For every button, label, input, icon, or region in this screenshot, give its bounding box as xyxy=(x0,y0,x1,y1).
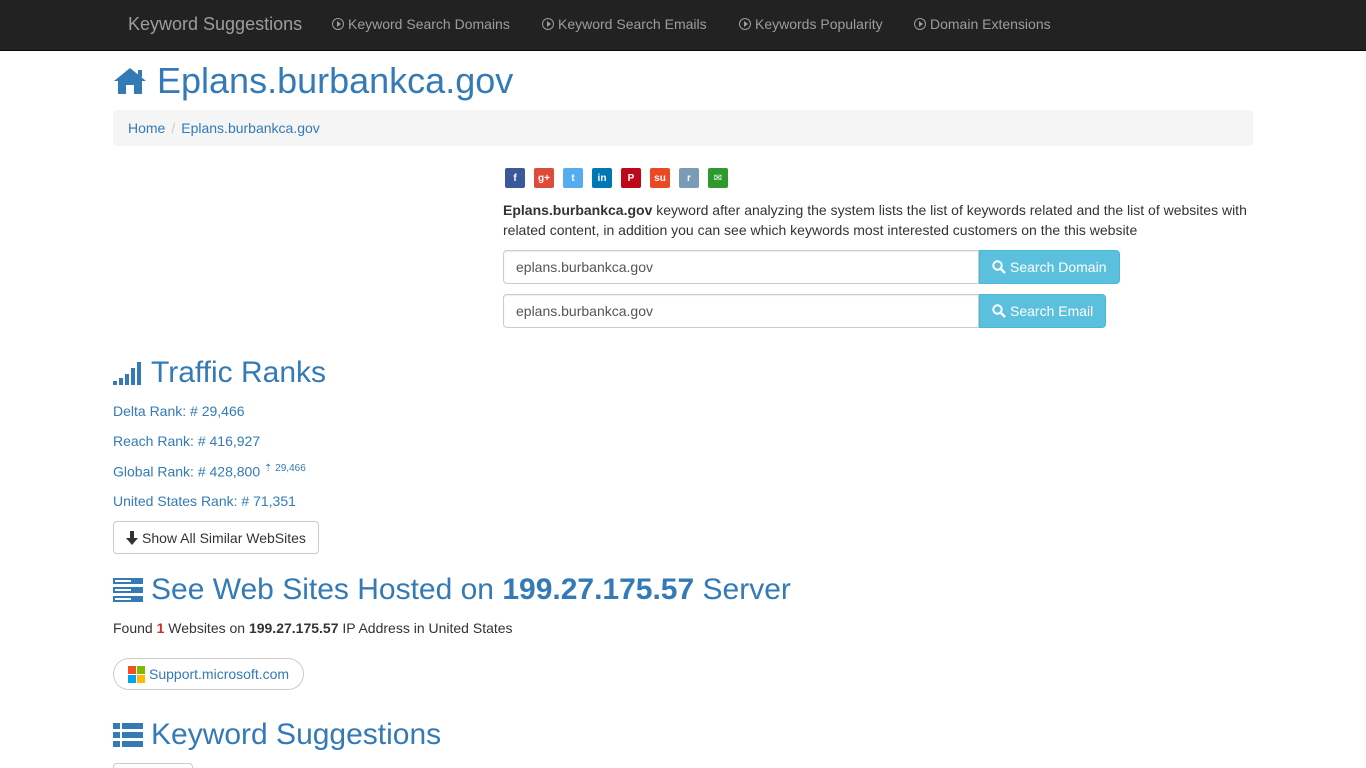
email-icon[interactable]: ✉ xyxy=(708,168,728,188)
search-icon xyxy=(992,304,1006,318)
search-email-form: Search Email xyxy=(503,294,1107,328)
play-circle-icon xyxy=(739,18,751,30)
search-icon xyxy=(992,260,1006,274)
arrow-down-icon xyxy=(126,530,138,545)
server-icon xyxy=(113,578,143,602)
us-rank: United States Rank: # 71,351 xyxy=(113,493,296,509)
microsoft-logo-icon xyxy=(128,665,145,683)
twitter-icon[interactable]: t xyxy=(563,168,583,188)
rank-change: ⇡ 29,466 xyxy=(264,463,306,474)
show-all-similar-button[interactable]: Show All Similar WebSites xyxy=(113,521,319,554)
global-rank: Global Rank: # 428,800 ⇡ 29,466 xyxy=(113,463,306,480)
breadcrumb: Home / Eplans.burbankca.gov xyxy=(113,110,1253,146)
play-circle-icon xyxy=(332,18,344,30)
search-email-button[interactable]: Search Email xyxy=(979,294,1107,328)
linkedin-icon[interactable]: in xyxy=(592,168,612,188)
breadcrumb-home[interactable]: Home xyxy=(128,120,165,136)
search-domain-input[interactable] xyxy=(503,250,979,284)
breadcrumb-separator: / xyxy=(171,120,176,136)
traffic-ranks-heading: Traffic Ranks xyxy=(113,356,326,390)
hosted-sites-heading: See Web Sites Hosted on 199.27.175.57 Se… xyxy=(113,573,791,607)
pinterest-icon[interactable]: P xyxy=(621,168,641,188)
reddit-icon[interactable]: r xyxy=(679,168,699,188)
search-email-input[interactable] xyxy=(503,294,979,328)
google-plus-icon[interactable]: g+ xyxy=(534,168,554,188)
breadcrumb-current[interactable]: Eplans.burbankca.gov xyxy=(181,120,320,136)
nav-domain-extensions[interactable]: Domain Extensions xyxy=(914,16,1051,32)
brand-link[interactable]: Keyword Suggestions xyxy=(128,14,302,35)
search-domain-form: Search Domain xyxy=(503,250,1120,284)
partial-button[interactable] xyxy=(113,763,193,768)
nav-keyword-search-domains[interactable]: Keyword Search Domains xyxy=(332,16,510,32)
play-circle-icon xyxy=(914,18,926,30)
found-websites-text: Found 1 Websites on 199.27.175.57 IP Add… xyxy=(113,620,513,636)
list-icon xyxy=(113,723,143,747)
rank-up-icon: ⇡ xyxy=(264,463,273,474)
search-domain-button[interactable]: Search Domain xyxy=(979,250,1120,284)
site-description: Eplans.burbankca.gov keyword after analy… xyxy=(503,202,1247,238)
home-icon xyxy=(114,68,146,94)
play-circle-icon xyxy=(542,18,554,30)
page-title: Eplans.burbankca.gov xyxy=(113,60,513,102)
delta-rank: Delta Rank: # 29,466 xyxy=(113,403,245,419)
stumbleupon-icon[interactable]: su xyxy=(650,168,670,188)
nav-keyword-search-emails[interactable]: Keyword Search Emails xyxy=(542,16,707,32)
facebook-icon[interactable]: f xyxy=(505,168,525,188)
reach-rank: Reach Rank: # 416,927 xyxy=(113,433,261,449)
hosted-site-link[interactable]: Support.microsoft.com xyxy=(113,658,305,690)
share-bar: f g+ t in Psu r ✉ xyxy=(505,168,728,188)
top-navbar: Keyword Suggestions Keyword Search Domai… xyxy=(0,0,1366,51)
nav-keywords-popularity[interactable]: Keywords Popularity xyxy=(739,16,883,32)
keyword-suggestions-heading: Keyword Suggestions xyxy=(113,718,441,752)
signal-icon xyxy=(113,362,141,385)
